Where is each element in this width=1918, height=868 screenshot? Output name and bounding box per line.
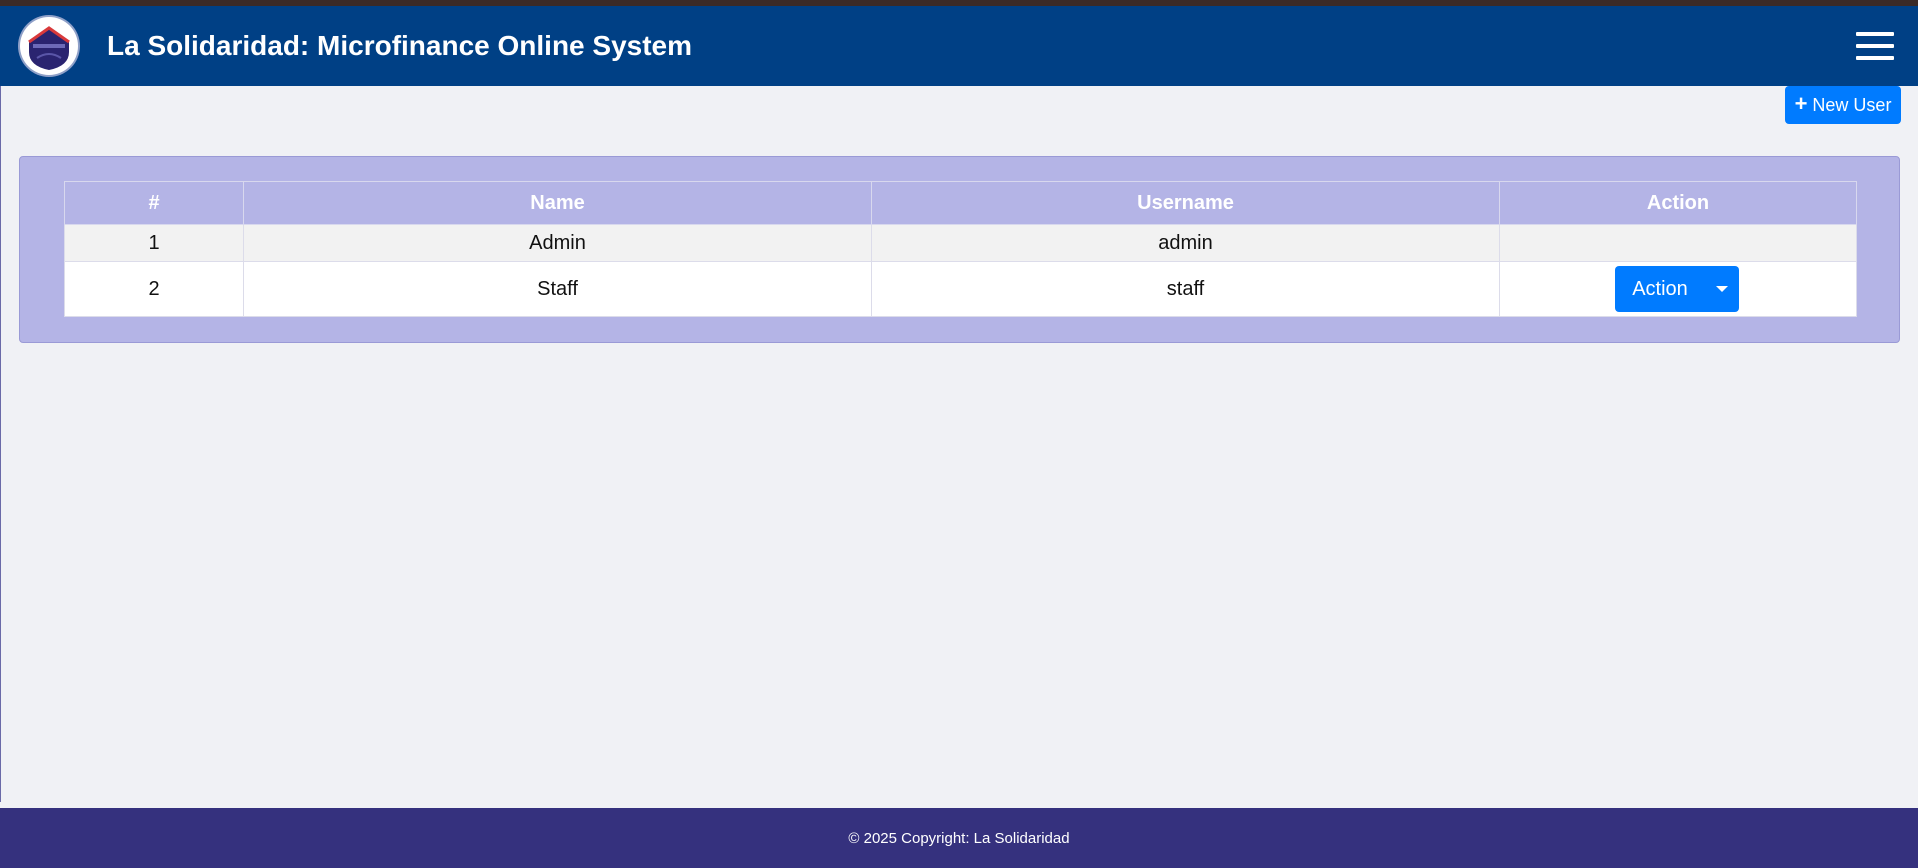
caret-down-icon [1716, 286, 1728, 292]
app-logo[interactable] [20, 17, 78, 75]
cell-name: Staff [243, 261, 872, 317]
column-header-username: Username [871, 181, 1500, 225]
users-card: # Name Username Action 1 Admin admin 2 S… [19, 156, 1900, 343]
action-dropdown-toggle[interactable] [1705, 266, 1739, 312]
plus-icon: + [1794, 91, 1808, 116]
table-row: 2 Staff staff Action [64, 261, 1857, 317]
new-user-label: New User [1812, 94, 1892, 115]
cell-name: Admin [243, 224, 872, 262]
column-header-action: Action [1499, 181, 1857, 225]
column-header-name: Name [243, 181, 872, 225]
action-button[interactable]: Action [1615, 266, 1705, 312]
cell-username: admin [871, 224, 1500, 262]
cell-number: 1 [64, 224, 244, 262]
cell-action: Action [1499, 261, 1857, 317]
table-row: 1 Admin admin [64, 224, 1857, 262]
page-footer: © 2025 Copyright: La Solidaridad [0, 808, 1918, 868]
new-user-button[interactable]: + New User [1785, 86, 1901, 124]
users-table: # Name Username Action 1 Admin admin 2 S… [64, 181, 1857, 317]
column-header-number: # [64, 181, 244, 225]
top-navbar: La Solidaridad: Microfinance Online Syst… [0, 6, 1918, 86]
cell-username: staff [871, 261, 1500, 317]
cell-action [1499, 224, 1857, 262]
footer-copyright: © 2025 Copyright: La Solidaridad [848, 829, 1070, 847]
cell-number: 2 [64, 261, 244, 317]
logo-emblem-icon [23, 20, 75, 72]
action-dropdown[interactable]: Action [1615, 266, 1739, 312]
hamburger-menu-icon[interactable] [1856, 32, 1894, 60]
table-header-row: # Name Username Action [64, 181, 1857, 225]
app-title: La Solidaridad: Microfinance Online Syst… [107, 30, 693, 61]
left-border [0, 86, 1, 802]
